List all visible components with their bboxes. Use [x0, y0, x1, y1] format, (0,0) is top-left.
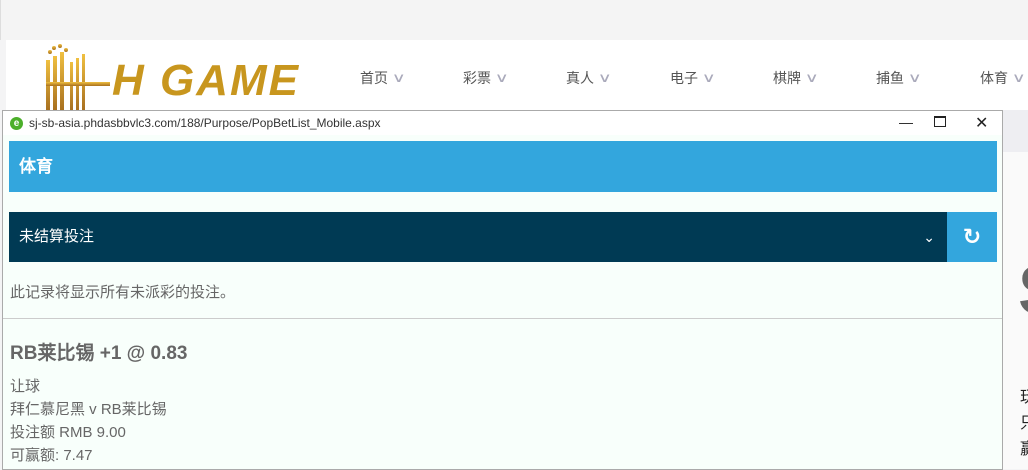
chevron-down-icon: ∨ [391, 70, 406, 85]
chevron-down-icon: ∨ [597, 70, 612, 85]
hgame-logo[interactable]: H GAME [40, 42, 310, 112]
nav-fishing[interactable]: 捕鱼 ∨ [876, 68, 922, 88]
minimize-button[interactable]: — [899, 114, 913, 130]
nav-home[interactable]: 首页 ∨ [360, 68, 406, 88]
nav-cards[interactable]: 棋牌 ∨ [773, 68, 819, 88]
chevron-down-icon: ∨ [494, 70, 509, 85]
nav-label: 捕鱼 [876, 70, 904, 86]
nav-slots[interactable]: 电子 ∨ [670, 68, 716, 88]
background-char: 赢 [1020, 435, 1028, 459]
info-note: 此记录将显示所有未派彩的投注。 [10, 284, 236, 301]
background-big-char: S [1018, 250, 1028, 330]
nav-label: 真人 [566, 70, 594, 86]
bet-stake: 投注额 RMB 9.00 [10, 424, 126, 441]
popup-url: sj-sb-asia.phdasbbvlc3.com/188/Purpose/P… [29, 116, 381, 130]
browser-top-area [0, 0, 1028, 40]
refresh-button[interactable]: ↻ [947, 212, 997, 262]
nav-label: 首页 [360, 70, 388, 86]
nav-label: 体育 [980, 70, 1008, 86]
nav-live[interactable]: 真人 ∨ [566, 68, 612, 88]
nav-label: 棋牌 [773, 70, 801, 86]
popup-window: e sj-sb-asia.phdasbbvlc3.com/188/Purpose… [2, 110, 1003, 470]
nav-label: 电子 [670, 70, 698, 86]
nav-sports[interactable]: 体育 ∨ [980, 68, 1026, 88]
chevron-down-icon: ∨ [907, 70, 922, 85]
background-bar [1002, 110, 1028, 152]
select-value: 未结算投注 [19, 228, 95, 245]
background-char: 玩 [1020, 383, 1028, 407]
logo-mark-icon [46, 44, 110, 110]
page-title: 体育 [9, 141, 997, 192]
bet-match: 拜仁慕尼黑 v RB莱比锡 [10, 401, 167, 418]
chevron-down-icon: ∨ [1011, 70, 1026, 85]
popup-titlebar: e sj-sb-asia.phdasbbvlc3.com/188/Purpose… [3, 111, 1002, 135]
refresh-icon: ↻ [962, 224, 982, 249]
bet-market: 让球 [10, 378, 41, 395]
close-button[interactable]: ✕ [975, 113, 988, 133]
bet-status-select[interactable]: 未结算投注 ⌄ [9, 212, 947, 262]
chevron-down-icon: ∨ [701, 70, 716, 85]
chevron-down-icon: ∨ [804, 70, 819, 85]
background-char: 只 [1020, 409, 1028, 433]
bet-title: RB莱比锡 +1 @ 0.83 [10, 343, 188, 364]
bet-potential-win: 可赢额: 7.47 [10, 447, 93, 464]
chevron-down-icon: ⌄ [923, 229, 935, 245]
site-header: H GAME 首页 ∨ 彩票 ∨ 真人 ∨ 电子 ∨ 棋牌 ∨ 捕鱼 ∨ 体育 ∨ [6, 40, 1028, 110]
divider [3, 318, 1002, 319]
maximize-button[interactable] [934, 116, 946, 127]
nav-lottery[interactable]: 彩票 ∨ [463, 68, 509, 88]
ie-icon: e [10, 116, 23, 130]
logo-text: H GAME [112, 56, 300, 105]
nav-label: 彩票 [463, 70, 491, 86]
